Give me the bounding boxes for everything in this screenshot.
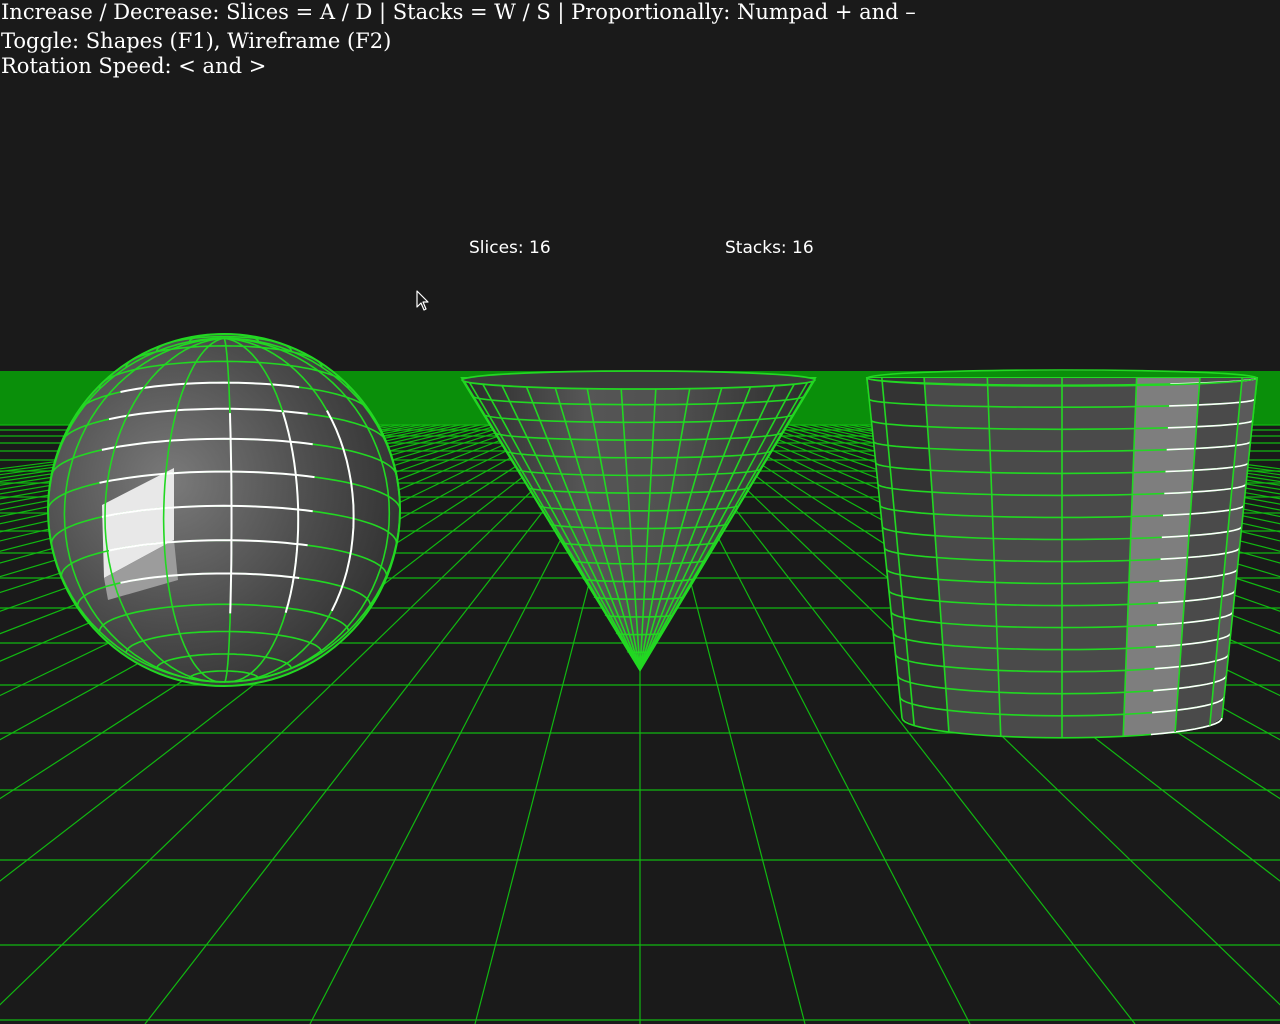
- opengl-viewport[interactable]: Increase / Decrease: Slices = A / D | St…: [0, 0, 1280, 1024]
- help-text-toggle: Toggle: Shapes (F1), Wireframe (F2): [1, 29, 392, 53]
- help-text-keys: Increase / Decrease: Slices = A / D | St…: [1, 0, 916, 24]
- cone-rim: [461, 370, 816, 390]
- mouse-pointer-icon: [416, 290, 429, 311]
- wireframe-sphere: [47, 333, 401, 687]
- help-text-rotation: Rotation Speed: < and >: [1, 54, 267, 78]
- 3d-scene: [0, 333, 1280, 1024]
- wireframe-cylinder: [865, 369, 1259, 739]
- slices-readout: Slices: 16: [469, 238, 551, 258]
- stacks-readout: Stacks: 16: [725, 238, 814, 258]
